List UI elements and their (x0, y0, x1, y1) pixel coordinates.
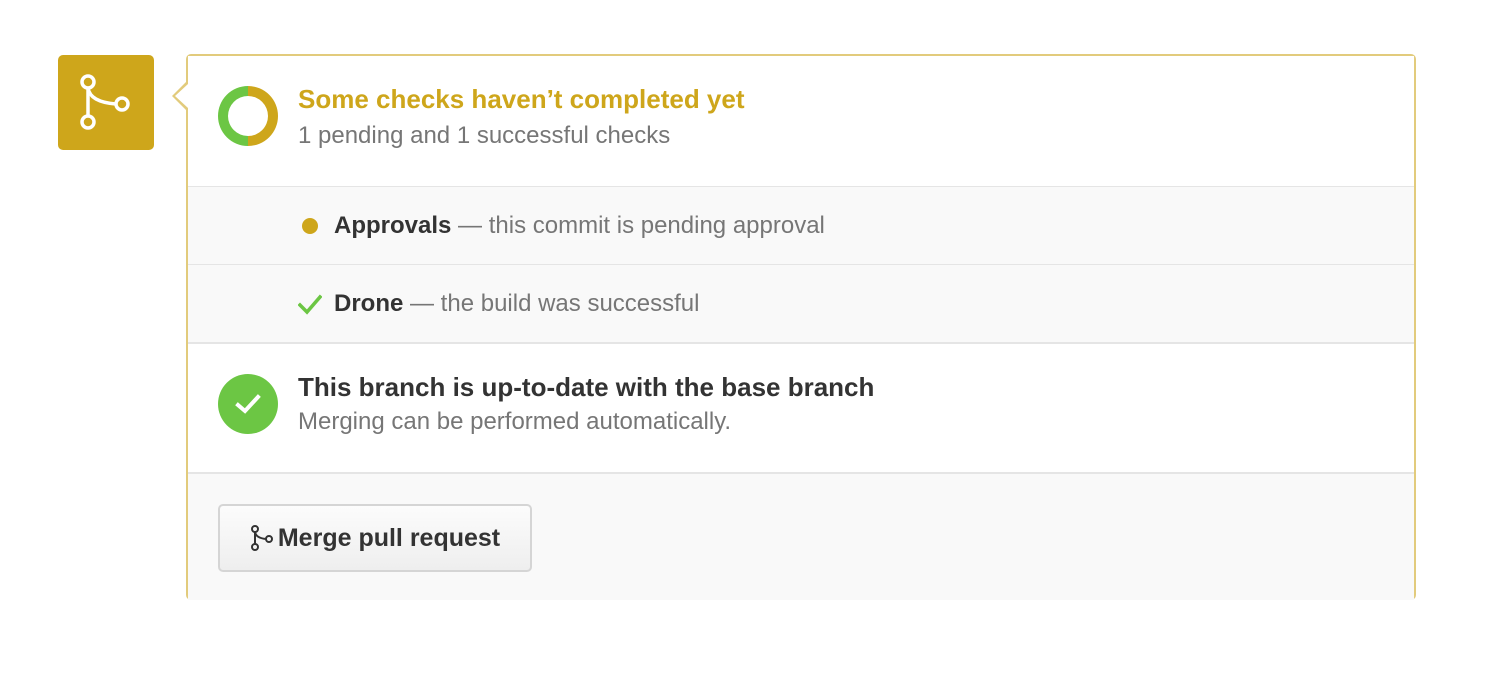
check-circle-mark (235, 394, 261, 414)
check-description: — this commit is pending approval (458, 211, 825, 239)
git-merge-icon (250, 525, 273, 551)
checks-summary-title: Some checks haven’t completed yet (298, 84, 745, 114)
merge-pull-request-button[interactable]: Merge pull request (218, 504, 532, 572)
merge-button-label: Merge pull request (277, 523, 501, 552)
git-merge-icon-graphic (80, 73, 130, 130)
checkmark-icon (298, 294, 322, 315)
merge-status-panel: Some checks haven’t completed yet 1 pend… (172, 54, 1416, 600)
panel-caret-fill (175, 84, 188, 108)
check-circle-icon (218, 374, 278, 434)
check-name: Approvals (334, 211, 452, 239)
check-text-drone: Drone — the build was successful (334, 290, 699, 318)
merge-panel-page: Some checks haven’t completed yet 1 pend… (0, 0, 1506, 674)
checks-summary-subtitle: 1 pending and 1 successful checks (298, 122, 671, 149)
check-text-approvals: Approvals — this commit is pending appro… (334, 212, 825, 240)
merge-actions: Merge pull request (188, 472, 1414, 600)
git-merge-icon (58, 55, 154, 150)
pending-donut-icon (218, 86, 278, 146)
check-name: Drone (334, 289, 404, 317)
branch-status-subtitle: Merging can be performed automatically. (298, 408, 732, 435)
checks-summary: Some checks haven’t completed yet 1 pend… (188, 56, 1414, 186)
check-description: — the build was successful (410, 289, 700, 317)
pending-dot-icon (302, 217, 318, 234)
branch-status-title: This branch is up-to-date with the base … (298, 372, 875, 402)
check-row-drone[interactable]: Drone — the build was successful (188, 264, 1414, 342)
check-row-approvals[interactable]: Approvals — this commit is pending appro… (188, 186, 1414, 264)
branch-status: This branch is up-to-date with the base … (188, 342, 1414, 472)
